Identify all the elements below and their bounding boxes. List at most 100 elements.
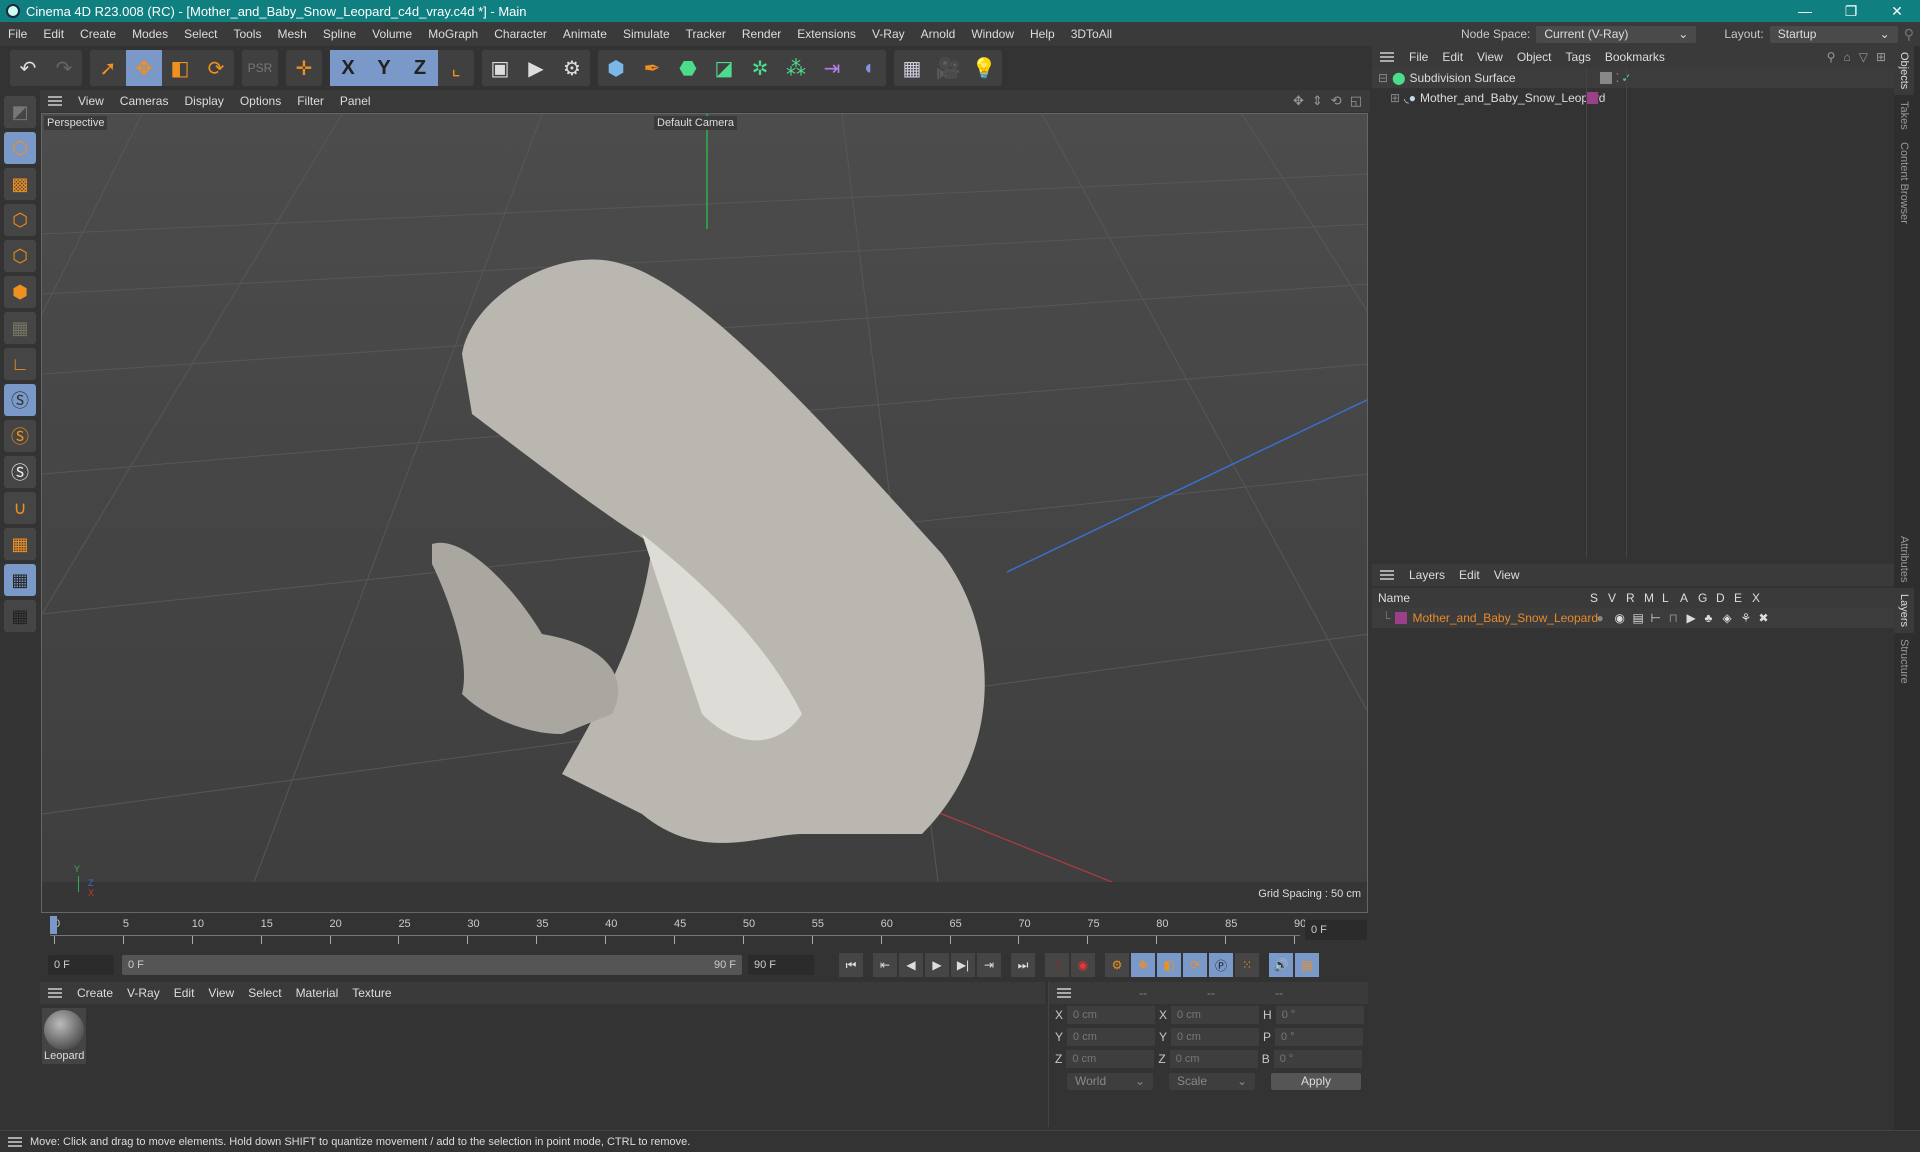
obj-menu-file[interactable]: File [1402, 50, 1435, 64]
go-to-end-icon[interactable]: ⏭ [1011, 953, 1035, 977]
deformer-icon[interactable]: ◖ [850, 50, 886, 86]
menu-tools[interactable]: Tools [225, 27, 269, 41]
menu-mograph[interactable]: MoGraph [420, 27, 486, 41]
layout-dropdown[interactable]: Startup ⌄ [1769, 25, 1898, 43]
search-icon[interactable]: ⚲ [1904, 26, 1914, 43]
add-icon[interactable]: ⊞ [1876, 50, 1886, 64]
current-frame-field[interactable]: 0 F [48, 955, 114, 975]
menu-simulate[interactable]: Simulate [615, 27, 678, 41]
solo-hierarchy-icon[interactable]: Ⓢ [4, 456, 36, 488]
render-settings-icon[interactable]: ⚙ [554, 50, 590, 86]
menu-file[interactable]: File [0, 27, 35, 41]
mat-menu-edit[interactable]: Edit [167, 986, 202, 1000]
menu-3dtoall[interactable]: 3DToAll [1063, 27, 1120, 41]
deformer-icon[interactable]: ◈ [1723, 611, 1741, 625]
mat-menu-view[interactable]: View [201, 986, 241, 1000]
solo-dot-icon[interactable]: ● [1597, 611, 1615, 625]
vp-menu-display[interactable]: Display [176, 94, 231, 108]
menu-mesh[interactable]: Mesh [269, 27, 314, 41]
z-axis-icon[interactable]: Z [402, 50, 438, 86]
scale-icon[interactable]: ◧ [162, 50, 198, 86]
vp-menu-view[interactable]: View [70, 94, 112, 108]
close-button[interactable]: ✕ [1874, 3, 1920, 20]
pos-y-field[interactable]: 0 cm [1067, 1028, 1156, 1046]
key-settings-icon[interactable]: ⚙ [1105, 953, 1129, 977]
menu-vray[interactable]: V-Ray [864, 27, 913, 41]
vp-menu-cameras[interactable]: Cameras [112, 94, 177, 108]
vp-menu-options[interactable]: Options [232, 94, 289, 108]
node-space-dropdown[interactable]: Current (V-Ray) ⌄ [1536, 25, 1697, 43]
pan-view-icon[interactable]: ✥ [1293, 93, 1304, 109]
camera-label[interactable]: Default Camera [654, 116, 738, 130]
mat-menu-material[interactable]: Material [289, 986, 346, 1000]
hamburger-icon[interactable] [1380, 570, 1394, 580]
xref-icon[interactable]: ✖ [1759, 611, 1777, 625]
key-position-icon[interactable]: ✥ [1131, 953, 1155, 977]
hamburger-icon[interactable] [48, 96, 62, 106]
size-x-field[interactable]: 0 cm [1171, 1006, 1260, 1024]
vp-menu-panel[interactable]: Panel [332, 94, 379, 108]
move-axis-icon[interactable]: ✛ [286, 50, 322, 86]
workplane-icon[interactable]: ▦ [4, 528, 36, 560]
rot-b-field[interactable]: 0 ° [1273, 1050, 1362, 1068]
obj-menu-edit[interactable]: Edit [1435, 50, 1470, 64]
obj-menu-bookmarks[interactable]: Bookmarks [1598, 50, 1672, 64]
menu-select[interactable]: Select [176, 27, 225, 41]
maximize-view-icon[interactable]: ◱ [1350, 93, 1362, 109]
layer-name[interactable]: Mother_and_Baby_Snow_Leopard [1413, 611, 1598, 625]
redo-icon[interactable]: ↷ [46, 50, 82, 86]
eye-icon[interactable]: ◉ [1615, 611, 1633, 625]
filter-icon[interactable]: ▽ [1859, 50, 1868, 64]
object-name[interactable]: Mother_and_Baby_Snow_Leopard [1420, 91, 1605, 105]
layer-menu-view[interactable]: View [1487, 568, 1527, 582]
previous-key-icon[interactable]: ⇤ [873, 953, 897, 977]
previous-frame-icon[interactable]: ◀ [899, 953, 923, 977]
menu-edit[interactable]: Edit [35, 27, 72, 41]
tab-layers[interactable]: Layers [1894, 588, 1914, 634]
psr-icon[interactable]: PSR [242, 50, 278, 86]
coord-type-dropdown[interactable]: Scale ⌄ [1169, 1072, 1255, 1090]
material-swatch[interactable]: Leopard [42, 1008, 86, 1064]
mat-menu-vray[interactable]: V-Ray [120, 986, 167, 1000]
apply-button[interactable]: Apply [1271, 1072, 1361, 1090]
solo-off-icon[interactable]: Ⓢ [4, 384, 36, 416]
coordinate-system-icon[interactable]: ⌞ [438, 50, 474, 86]
symmetry-icon[interactable]: ⇥ [814, 50, 850, 86]
key-rotation-icon[interactable]: ⟳ [1183, 953, 1207, 977]
floor-icon[interactable]: ▦ [894, 50, 930, 86]
x-axis-icon[interactable]: X [330, 50, 366, 86]
layer-menu-layers[interactable]: Layers [1402, 568, 1452, 582]
light-icon[interactable]: 💡 [966, 50, 1002, 86]
layer-color-swatch[interactable] [1394, 612, 1407, 624]
minimize-button[interactable]: — [1782, 3, 1828, 20]
pos-x-field[interactable]: 0 cm [1067, 1006, 1156, 1024]
go-to-start-icon[interactable]: ⏮ [839, 953, 863, 977]
obj-menu-view[interactable]: View [1470, 50, 1510, 64]
menu-volume[interactable]: Volume [364, 27, 420, 41]
tab-content-browser[interactable]: Content Browser [1894, 136, 1914, 230]
mograph-cloner-icon[interactable]: ✲ [742, 50, 778, 86]
layer-row[interactable]: └ Mother_and_Baby_Snow_Leopard ● ◉ ▤ ⊢ ⊓… [1372, 608, 1894, 628]
film-icon[interactable]: ▤ [1295, 953, 1319, 977]
end-frame-field[interactable]: 90 F [748, 955, 814, 975]
cube-icon[interactable]: ⬢ [598, 50, 634, 86]
solo-icon[interactable]: Ⓢ [4, 420, 36, 452]
menu-animate[interactable]: Animate [555, 27, 615, 41]
tab-structure[interactable]: Structure [1894, 633, 1914, 690]
key-pla-icon[interactable]: ⁙ [1235, 953, 1259, 977]
move-icon[interactable]: ✥ [126, 50, 162, 86]
tab-attributes[interactable]: Attributes [1894, 530, 1914, 588]
search-icon[interactable]: ⚲ [1827, 50, 1836, 64]
menu-character[interactable]: Character [486, 27, 555, 41]
render-clapper-icon[interactable]: ▤ [1633, 611, 1651, 625]
workplane-sync-icon[interactable]: ▦ [4, 600, 36, 632]
lock-icon[interactable]: ⊓ [1669, 611, 1687, 625]
tab-takes[interactable]: Takes [1894, 95, 1914, 136]
obj-menu-tags[interactable]: Tags [1559, 50, 1598, 64]
snap-magnet-icon[interactable]: ∪ [4, 492, 36, 524]
pen-icon[interactable]: ✒ [634, 50, 670, 86]
animation-play-icon[interactable]: ▶ [1687, 611, 1705, 625]
collapse-icon[interactable]: ⊟ [1378, 71, 1388, 85]
size-z-field[interactable]: 0 cm [1169, 1050, 1258, 1068]
menu-tracker[interactable]: Tracker [678, 27, 734, 41]
